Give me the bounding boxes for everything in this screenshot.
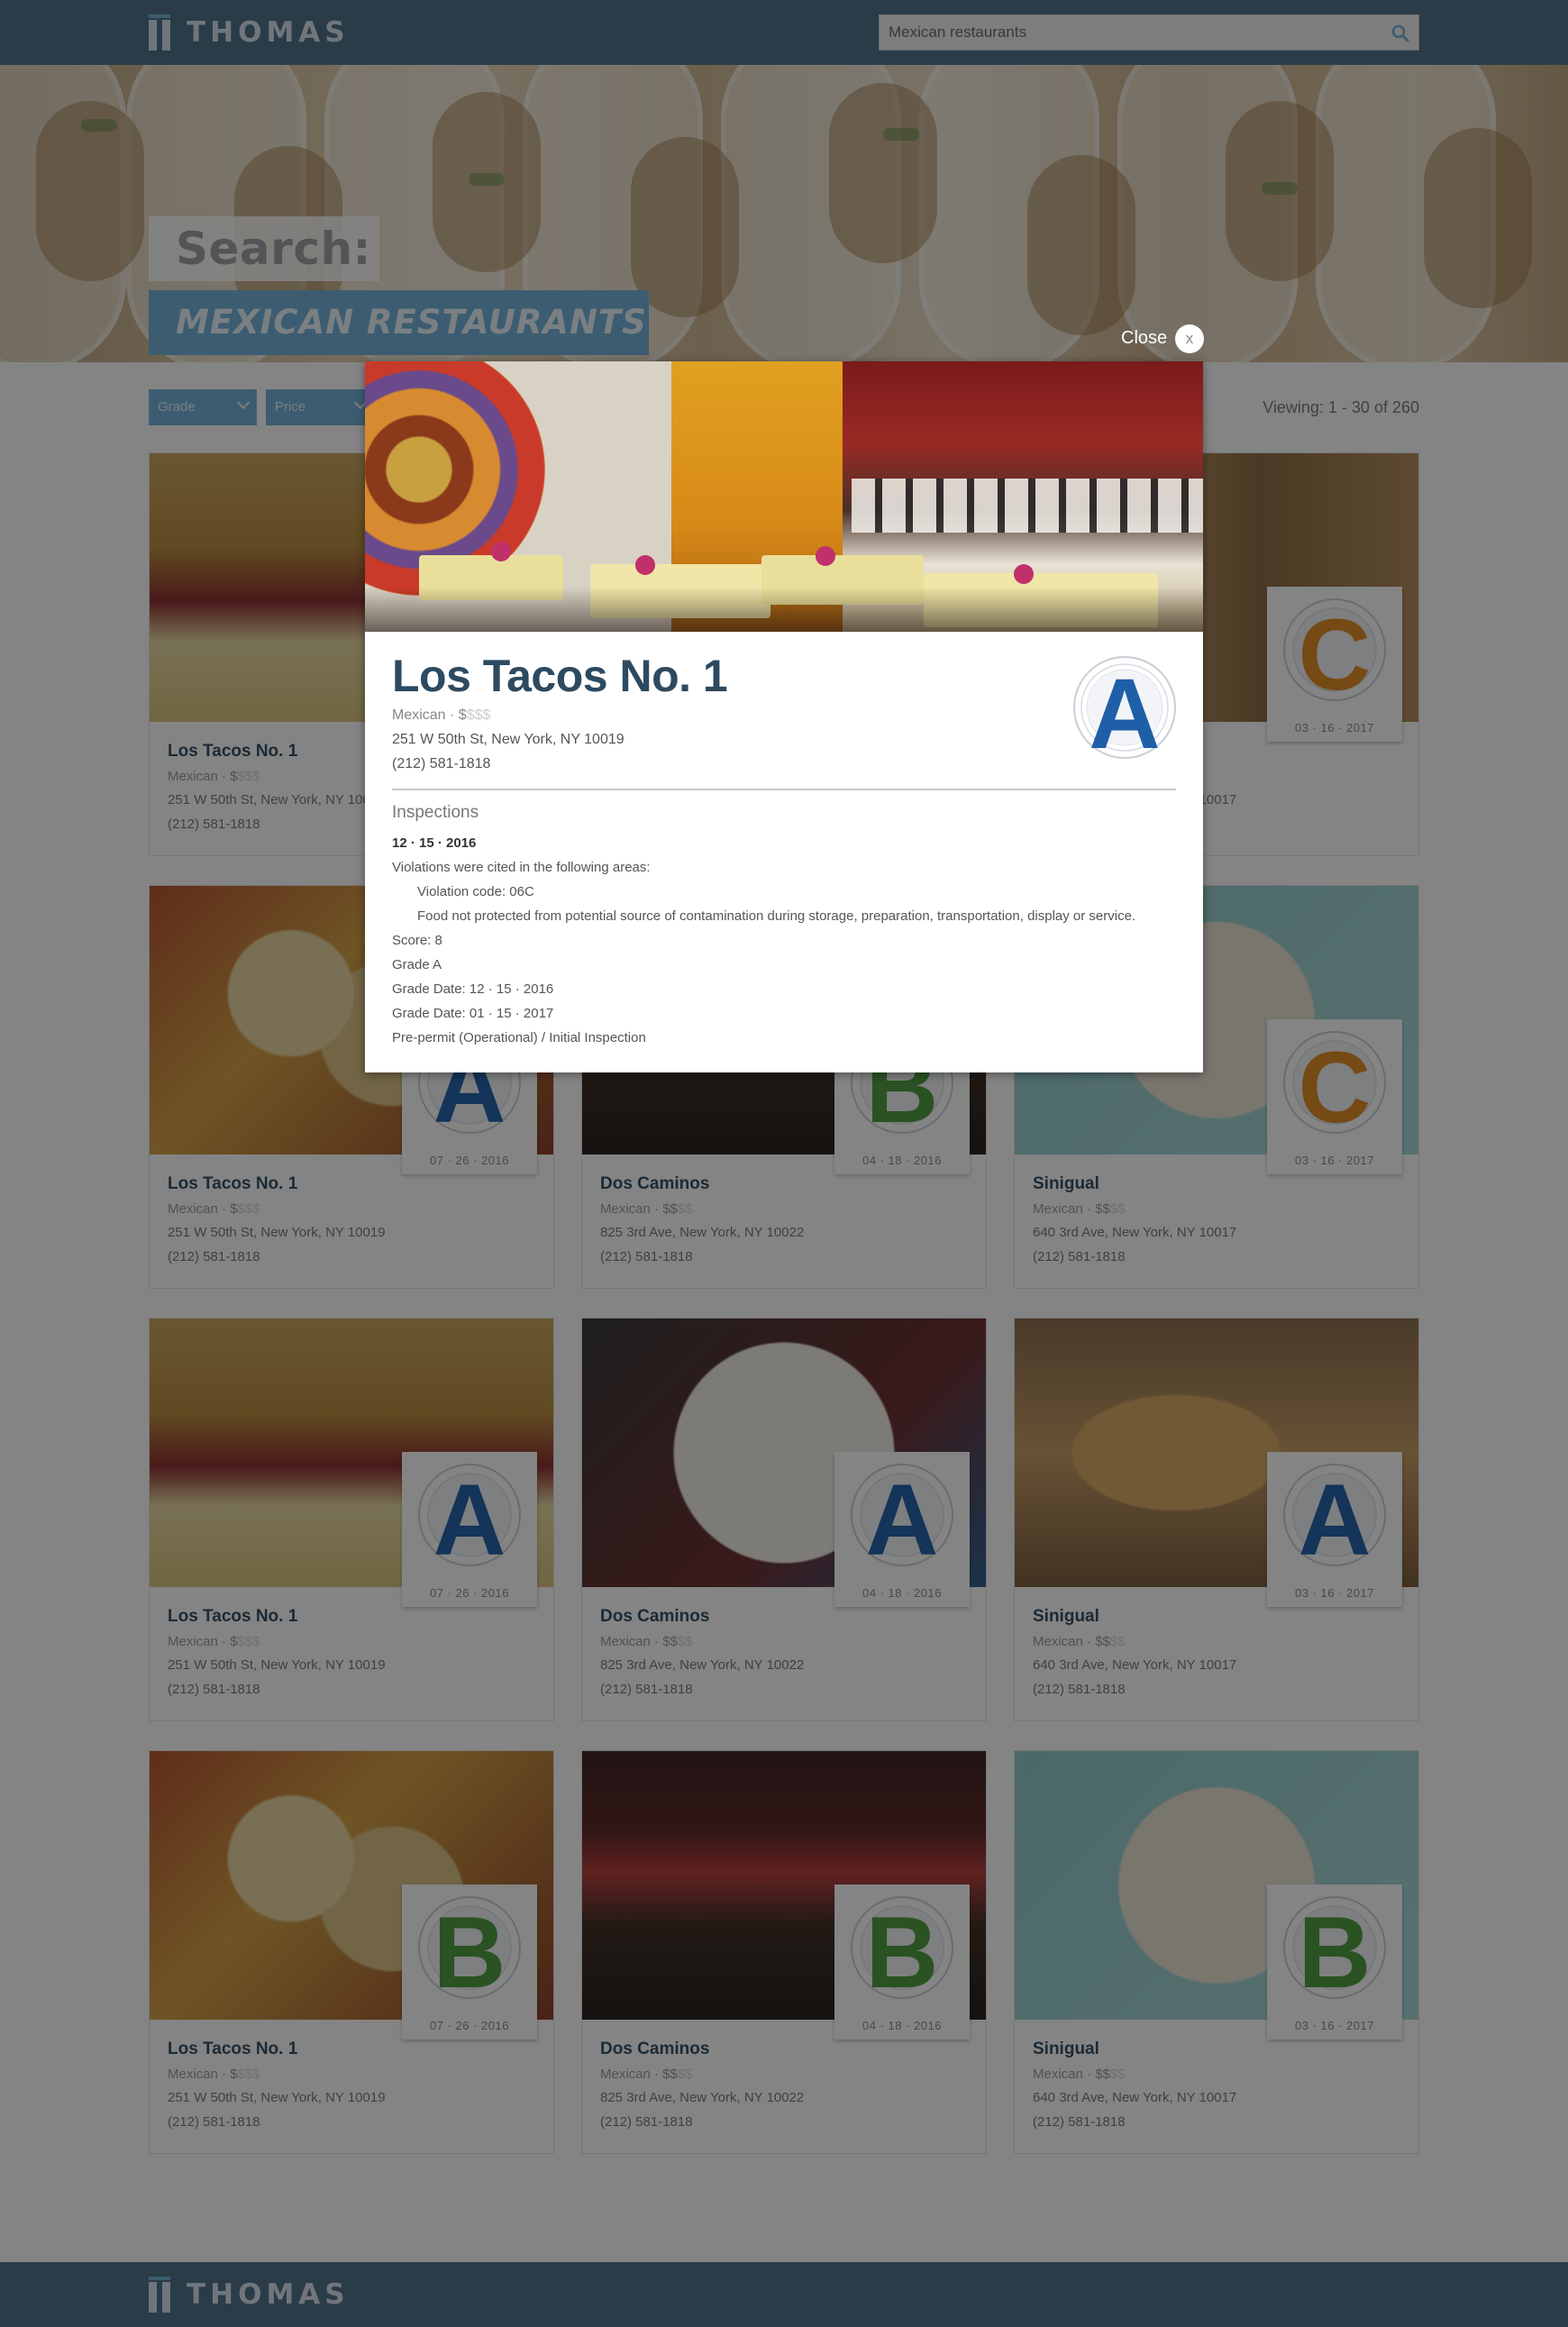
inspection-score: Score: 8 <box>392 933 442 948</box>
restaurant-photo <box>365 361 1203 632</box>
violation-description: Food not protected from potential source… <box>417 908 1136 924</box>
restaurant-address: 251 W 50th St, New York, NY 10019 <box>392 732 624 747</box>
price-level-remaining: $$$ <box>466 707 491 723</box>
cuisine: Mexican · <box>392 707 459 723</box>
violation-code: Violation code: 06C <box>417 884 534 899</box>
inspections-heading: Inspections <box>392 803 479 822</box>
restaurant-detail-modal: Los Tacos No. 1 Mexican · $$$$ 251 W 50t… <box>365 361 1203 1072</box>
restaurant-phone: (212) 581-1818 <box>392 756 491 771</box>
grade-a-seal-icon: A <box>1073 656 1176 761</box>
divider <box>392 789 1176 790</box>
inspection-date: 12 · 15 · 2016 <box>392 835 477 851</box>
svg-text:A: A <box>1089 659 1160 761</box>
modal-backdrop[interactable] <box>0 0 1568 2327</box>
inspection-type: Pre-permit (Operational) / Initial Inspe… <box>392 1030 646 1045</box>
close-label[interactable]: Close <box>1121 328 1167 349</box>
inspection-grade: Grade A <box>392 957 442 972</box>
violations-intro: Violations were cited in the following a… <box>392 860 651 875</box>
price-level: $ <box>458 707 467 723</box>
restaurant-meta: Mexican · $$$$ <box>392 707 490 724</box>
grade-date-2: Grade Date: 01 · 15 · 2017 <box>392 1006 554 1021</box>
close-icon[interactable]: x <box>1175 324 1204 353</box>
restaurant-name: Los Tacos No. 1 <box>392 651 728 701</box>
grade-date-1: Grade Date: 12 · 15 · 2016 <box>392 981 554 997</box>
